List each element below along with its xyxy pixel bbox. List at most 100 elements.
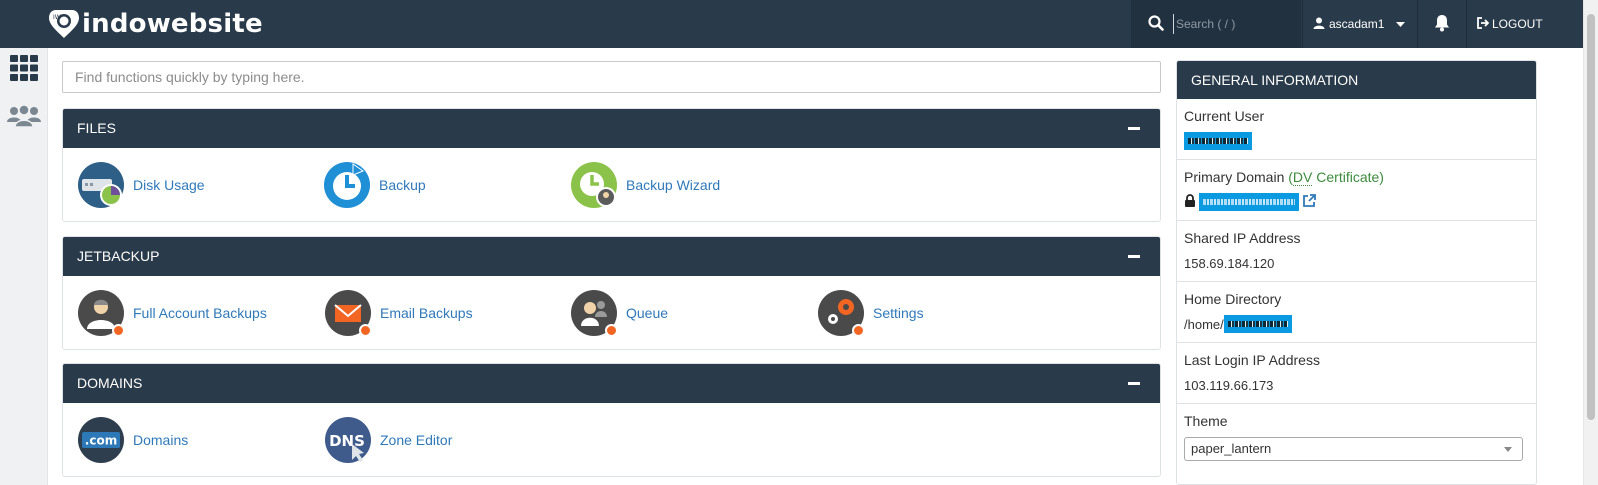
chevron-down-icon xyxy=(1504,447,1512,452)
domains-panel-header[interactable]: DOMAINS xyxy=(63,364,1160,403)
jetbackup-panel-header[interactable]: JETBACKUP xyxy=(63,237,1160,276)
jetbackup-badge xyxy=(112,324,125,337)
external-link-icon[interactable] xyxy=(1302,193,1316,211)
last-login-value: 103.119.66.173 xyxy=(1184,377,1274,393)
sidebar-users-button[interactable] xyxy=(0,96,48,140)
backup-link[interactable]: Backup xyxy=(323,161,426,209)
zone-editor-icon: DNS xyxy=(324,416,372,464)
backup-wizard-link[interactable]: Backup Wizard xyxy=(570,161,720,209)
files-panel-body: Disk Usage Backup Backup Wizard xyxy=(63,148,1160,221)
notifications-button[interactable] xyxy=(1418,0,1466,48)
email-backups-label: Email Backups xyxy=(380,305,473,321)
page-scrollbar[interactable] xyxy=(1583,0,1598,485)
settings-link[interactable]: Settings xyxy=(817,289,924,337)
shared-ip-value: 158.69.184.120 xyxy=(1184,255,1275,271)
files-panel-header[interactable]: FILES xyxy=(63,109,1160,148)
user-icon xyxy=(1313,17,1325,32)
user-menu[interactable]: ascadam1 xyxy=(1303,0,1417,48)
left-sidebar xyxy=(0,48,48,485)
scrollbar-thumb[interactable] xyxy=(1587,14,1595,420)
quick-search-input[interactable]: Find functions quickly by typing here. xyxy=(62,61,1161,93)
collapse-icon[interactable] xyxy=(1128,382,1140,385)
theme-select[interactable]: paper_lantern xyxy=(1184,437,1523,461)
domains-link[interactable]: .com Domains xyxy=(77,416,188,464)
jetbackup-panel-body: Full Account Backups Email Backups Queue… xyxy=(63,276,1160,349)
home-directory-label: Home Directory xyxy=(1184,291,1282,307)
full-account-backups-label: Full Account Backups xyxy=(133,305,267,321)
primary-domain-row: Primary Domain (DV Certificate) xyxy=(1177,160,1536,221)
general-info-panel: GENERAL INFORMATION Current User Primary… xyxy=(1176,60,1537,485)
theme-label: Theme xyxy=(1184,413,1228,429)
queue-link[interactable]: Queue xyxy=(570,289,668,337)
email-backups-link[interactable]: Email Backups xyxy=(324,289,473,337)
zone-editor-link[interactable]: DNS Zone Editor xyxy=(324,416,452,464)
current-user-label: Current User xyxy=(1184,108,1265,124)
top-search-input[interactable]: Search ( / ) xyxy=(1173,14,1293,34)
disk-usage-link[interactable]: Disk Usage xyxy=(77,161,205,209)
settings-icon xyxy=(817,289,865,337)
last-login-row: Last Login IP Address 103.119.66.173 xyxy=(1177,343,1536,404)
general-info-title: GENERAL INFORMATION xyxy=(1177,61,1536,99)
users-icon xyxy=(7,103,41,133)
top-search[interactable]: Search ( / ) xyxy=(1131,0,1301,48)
queue-icon xyxy=(570,289,618,337)
theme-row: Theme paper_lantern xyxy=(1177,404,1536,465)
jetbackup-badge xyxy=(605,324,618,337)
full-account-backups-icon xyxy=(77,289,125,337)
queue-label: Queue xyxy=(626,305,669,321)
user-name: ascadam1 xyxy=(1329,17,1385,31)
svg-text:IW: IW xyxy=(53,14,61,21)
files-panel-title: FILES xyxy=(77,120,116,136)
top-navbar: IW indowebsite Search ( / ) ascadam1 LOG… xyxy=(0,0,1583,48)
jetbackup-panel: JETBACKUP Full Account Backups Email Bac… xyxy=(62,236,1161,350)
theme-select-value: paper_lantern xyxy=(1191,441,1272,456)
primary-domain-label: Primary Domain xyxy=(1184,169,1285,185)
home-directory-prefix: /home/ xyxy=(1184,316,1224,332)
domains-label: Domains xyxy=(133,432,189,448)
logout-icon xyxy=(1476,16,1490,32)
backup-wizard-icon xyxy=(570,161,618,209)
logout-label: LOGOUT xyxy=(1492,17,1543,31)
jetbackup-badge xyxy=(359,324,372,337)
domains-panel-title: DOMAINS xyxy=(77,375,143,391)
domains-panel: DOMAINS .com Domains DNS Zone Editor xyxy=(62,363,1161,477)
backup-wizard-label: Backup Wizard xyxy=(626,177,721,193)
jetbackup-panel-title: JETBACKUP xyxy=(77,248,160,264)
brand-logo-mark: IW xyxy=(48,8,80,40)
redacted-domain-link[interactable] xyxy=(1199,193,1299,211)
shared-ip-row: Shared IP Address 158.69.184.120 xyxy=(1177,221,1536,282)
zone-editor-label: Zone Editor xyxy=(380,432,453,448)
domains-icon-text: .com xyxy=(85,434,117,448)
brand-logo[interactable]: IW indowebsite xyxy=(48,6,263,42)
current-user-row: Current User xyxy=(1177,99,1536,160)
email-backups-icon xyxy=(324,289,372,337)
jetbackup-badge xyxy=(852,324,865,337)
domains-panel-body: .com Domains DNS Zone Editor xyxy=(63,403,1160,476)
search-icon xyxy=(1148,15,1164,36)
collapse-icon[interactable] xyxy=(1128,255,1140,258)
grid-icon xyxy=(10,54,38,86)
disk-usage-icon xyxy=(77,161,125,209)
redacted-username xyxy=(1184,132,1252,150)
backup-icon xyxy=(323,161,371,209)
brand-name: indowebsite xyxy=(82,9,263,39)
sidebar-home-button[interactable] xyxy=(0,48,48,92)
home-directory-row: Home Directory /home/ xyxy=(1177,282,1536,343)
logout-button[interactable]: LOGOUT xyxy=(1467,0,1583,48)
last-login-label: Last Login IP Address xyxy=(1184,352,1320,368)
home-directory-value: /home/ xyxy=(1184,315,1536,333)
primary-domain-value xyxy=(1184,193,1536,211)
backup-label: Backup xyxy=(379,177,426,193)
bell-icon xyxy=(1434,14,1450,37)
lock-icon xyxy=(1184,194,1196,210)
collapse-icon[interactable] xyxy=(1128,127,1140,130)
settings-label: Settings xyxy=(873,305,924,321)
primary-domain-label-line: Primary Domain (DV Certificate) xyxy=(1184,169,1536,189)
current-user-value xyxy=(1184,132,1536,150)
chevron-down-icon xyxy=(1396,17,1406,31)
full-account-backups-link[interactable]: Full Account Backups xyxy=(77,289,267,337)
domains-icon: .com xyxy=(77,416,125,464)
zone-editor-icon-text: DNS xyxy=(329,432,365,450)
dv-certificate[interactable]: (DV Certificate) xyxy=(1288,169,1384,186)
redacted-home-username xyxy=(1223,315,1292,333)
